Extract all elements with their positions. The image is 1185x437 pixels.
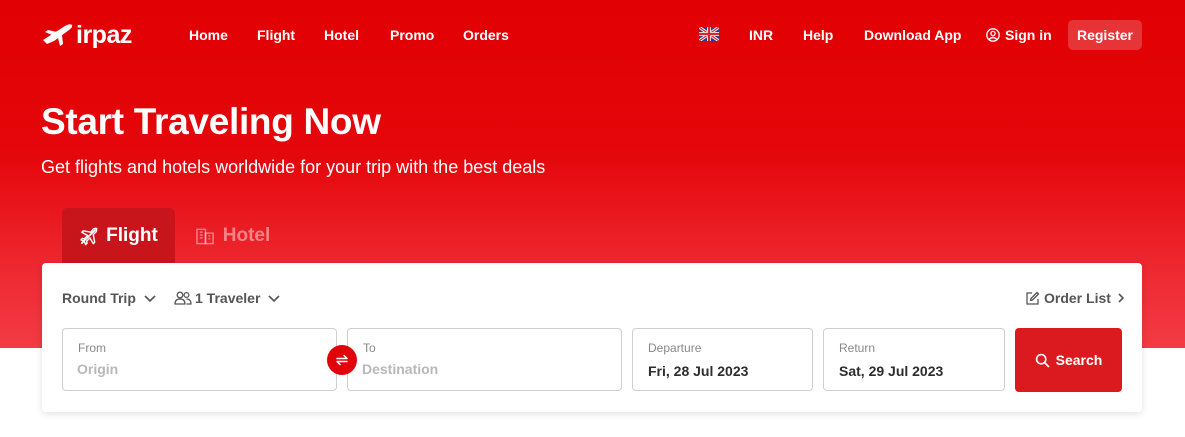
trip-type-label: Round Trip bbox=[62, 290, 136, 306]
traveler-label: 1 Traveler bbox=[195, 290, 261, 306]
hero-title: Start Traveling Now bbox=[41, 101, 381, 142]
return-value: Sat, 29 Jul 2023 bbox=[839, 363, 944, 379]
signin-link[interactable]: Sign in bbox=[986, 26, 1052, 44]
logo-text: irpaz bbox=[76, 21, 132, 49]
nav-help[interactable]: Help bbox=[803, 26, 833, 44]
building-icon bbox=[195, 228, 214, 245]
currency-selector[interactable]: INR bbox=[749, 26, 773, 44]
swap-button[interactable] bbox=[327, 345, 357, 375]
traveler-dropdown[interactable]: 1 Traveler bbox=[174, 290, 281, 306]
user-circle-icon bbox=[986, 28, 1000, 42]
swap-icon bbox=[336, 354, 348, 366]
destination-label: To bbox=[363, 341, 376, 355]
nav-home[interactable]: Home bbox=[189, 26, 228, 44]
hero-subtitle: Get flights and hotels worldwide for you… bbox=[41, 157, 546, 177]
nav-promo[interactable]: Promo bbox=[390, 26, 434, 44]
plane-icon bbox=[80, 227, 98, 245]
tab-hotel-label: Hotel bbox=[222, 225, 271, 246]
departure-label: Departure bbox=[648, 341, 702, 355]
search-button-label: Search bbox=[1055, 352, 1103, 368]
origin-label: From bbox=[78, 341, 106, 355]
trip-type-dropdown[interactable]: Round Trip bbox=[62, 290, 157, 306]
logo[interactable]: irpaz bbox=[42, 21, 132, 49]
users-icon bbox=[174, 291, 192, 305]
nav-hotel[interactable]: Hotel bbox=[324, 26, 359, 44]
search-icon bbox=[1035, 353, 1049, 367]
plane-logo-icon bbox=[43, 24, 73, 46]
order-list-label: Order List bbox=[1044, 290, 1111, 306]
origin-field[interactable]: From bbox=[62, 328, 337, 391]
search-card: Round Trip 1 Traveler Order List From Or… bbox=[42, 263, 1142, 412]
tab-flight[interactable]: Flight bbox=[62, 208, 175, 264]
destination-input[interactable] bbox=[362, 361, 602, 377]
register-button[interactable]: Register bbox=[1068, 20, 1142, 50]
edit-icon bbox=[1026, 291, 1040, 305]
order-list-link[interactable]: Order List bbox=[1025, 290, 1126, 306]
signin-label: Sign in bbox=[1005, 27, 1052, 43]
return-label: Return bbox=[839, 341, 876, 355]
departure-date-field[interactable]: Departure Fri, 28 Jul 2023 bbox=[632, 328, 813, 391]
tab-flight-label: Flight bbox=[106, 225, 158, 246]
origin-input[interactable] bbox=[77, 361, 317, 377]
nav-flight[interactable]: Flight bbox=[257, 26, 295, 44]
search-button[interactable]: Search bbox=[1015, 328, 1122, 392]
return-date-field[interactable]: Return Sat, 29 Jul 2023 bbox=[823, 328, 1005, 391]
chevron-down-icon bbox=[268, 295, 280, 303]
destination-field[interactable]: To bbox=[347, 328, 622, 391]
nav-orders[interactable]: Orders bbox=[463, 26, 509, 44]
tab-hotel[interactable]: Hotel bbox=[183, 208, 283, 264]
departure-value: Fri, 28 Jul 2023 bbox=[648, 363, 749, 379]
uk-flag-icon[interactable] bbox=[699, 27, 719, 41]
top-nav: irpaz Home Flight Hotel Promo Orders INR… bbox=[0, 0, 1185, 70]
chevron-down-icon bbox=[144, 295, 156, 303]
nav-download-app[interactable]: Download App bbox=[864, 26, 961, 44]
chevron-right-icon bbox=[1118, 293, 1125, 303]
